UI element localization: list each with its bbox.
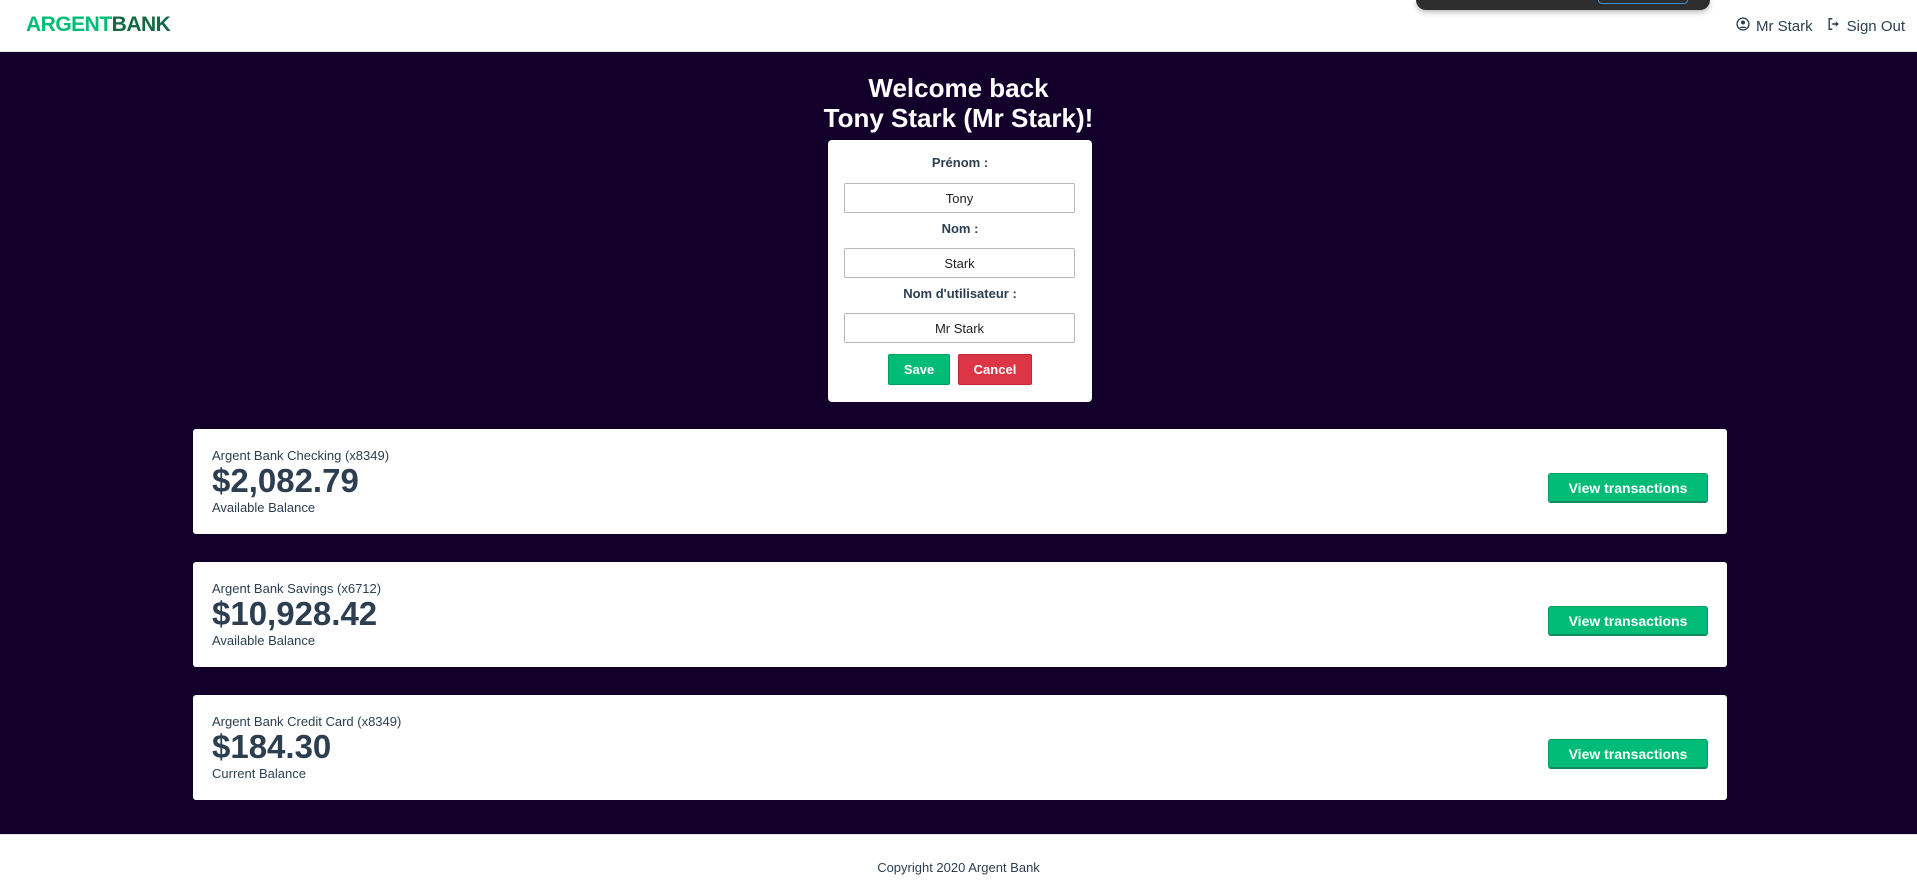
profile-username: Mr Stark [1755,17,1813,35]
first-name-label: Prénom : [931,155,989,170]
welcome-line-1: Welcome back [868,73,1049,103]
account-title: Argent Bank Credit Card (x8349) [212,714,402,729]
profile-link[interactable]: Mr Stark [1736,17,1813,35]
cancel-button[interactable]: Cancel [958,354,1032,385]
first-name-input[interactable] [844,183,1075,213]
account-card-credit: Argent Bank Credit Card (x8349) $184.30 … [193,695,1727,800]
account-card-savings: Argent Bank Savings (x6712) $10,928.42 A… [193,562,1727,667]
notification-popup [1416,0,1710,10]
main-content: Welcome back Tony Stark (Mr Stark)! Prén… [0,52,1917,834]
logo-text-bank: BANK [111,13,171,36]
logo-text-argent: ARGENT [26,13,112,36]
sign-out-icon [1827,17,1841,35]
save-button[interactable]: Save [888,354,950,385]
account-amount-description: Current Balance [212,766,306,781]
sign-out-label: Sign Out [1846,17,1905,35]
username-input[interactable] [844,313,1075,343]
user-circle-icon [1736,17,1750,35]
view-transactions-button[interactable]: View transactions [1548,739,1708,769]
username-label: Nom d'utilisateur : [903,286,1017,301]
account-title: Argent Bank Savings (x6712) [212,581,382,596]
welcome-heading: Welcome back Tony Stark (Mr Stark)! [0,73,1917,133]
sign-out-link[interactable]: Sign Out [1827,17,1905,35]
account-amount: $2,082.79 [212,462,359,499]
last-name-label: Nom : [941,221,979,236]
account-card-checking: Argent Bank Checking (x8349) $2,082.79 A… [193,429,1727,534]
edit-profile-form: Prénom : Nom : Nom d'utilisateur : Save … [828,140,1092,402]
view-transactions-button[interactable]: View transactions [1548,473,1708,503]
view-transactions-button[interactable]: View transactions [1548,606,1708,636]
notification-action-button[interactable] [1598,0,1688,4]
welcome-line-2: Tony Stark (Mr Stark)! [823,103,1094,133]
footer: Copyright 2020 Argent Bank [0,834,1917,891]
last-name-input[interactable] [844,248,1075,278]
account-title: Argent Bank Checking (x8349) [212,448,390,463]
main-nav: ARGENTBANK Mr Stark Sign Out [0,0,1917,52]
copyright-text: Copyright 2020 Argent Bank [877,860,1040,875]
account-amount: $10,928.42 [212,595,378,632]
argent-bank-logo[interactable]: ARGENTBANK [26,13,171,37]
account-amount-description: Available Balance [212,500,316,515]
nav-user-actions: Mr Stark Sign Out [1736,17,1905,35]
account-amount-description: Available Balance [212,633,316,648]
account-amount: $184.30 [212,728,332,765]
